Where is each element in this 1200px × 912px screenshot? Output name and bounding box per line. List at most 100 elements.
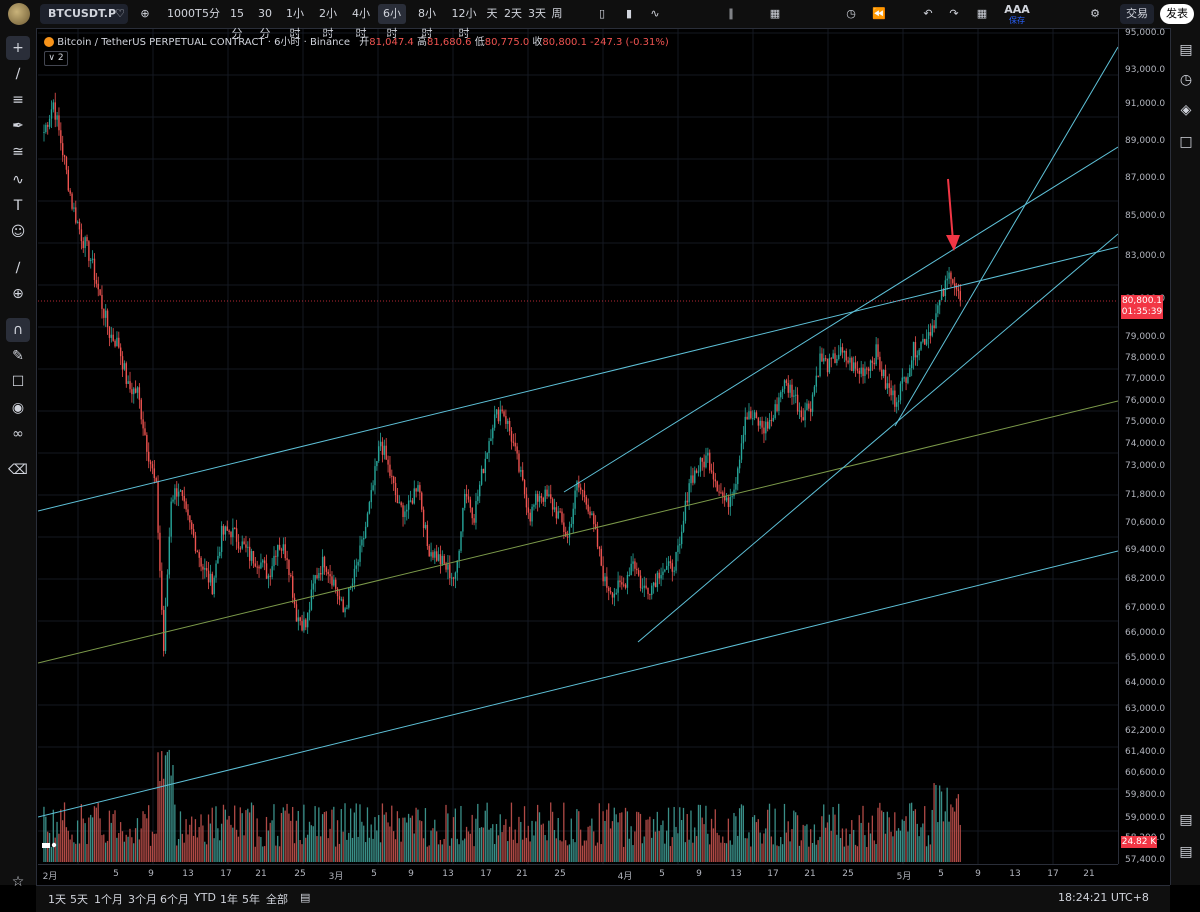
candle-body [88, 241, 90, 261]
forecast-icon[interactable]: ≅ [6, 140, 30, 164]
ideas-icon[interactable]: ▤ [1174, 808, 1198, 832]
trendline-icon[interactable]: ∕ [6, 62, 30, 86]
time-axis[interactable]: 2月 5 9 13 17 21 25 3月 5 9 13 17 21 25 4月 5 9 13 17 21 25 5月 5 9… [38, 864, 1118, 886]
candle-body [303, 619, 305, 631]
candle-body [639, 575, 642, 589]
candle-type-icon[interactable]: ▯ [590, 4, 614, 24]
interval-4[interactable]: 1小时 [282, 4, 308, 40]
candle-body [353, 568, 356, 584]
candle-body [673, 570, 675, 572]
ruler-icon[interactable]: ∕ [6, 256, 30, 280]
clock-readout[interactable]: 18:24:21 UTC+8 [1058, 891, 1149, 904]
tv-logo-dot [51, 842, 57, 848]
volume-badge: 24.82 K [1121, 836, 1157, 848]
date-range-icon[interactable]: ▤ [300, 891, 310, 904]
settings-icon[interactable]: ⚙ [1084, 4, 1106, 24]
lock-icon[interactable]: ☐ [6, 370, 30, 394]
range-6[interactable]: 1年 [220, 891, 238, 907]
interval-0[interactable]: 1000T [167, 4, 202, 24]
link-icon[interactable]: ∞ [6, 422, 30, 446]
indicators-icon[interactable]: ∥ [720, 4, 742, 24]
brush-icon[interactable]: ∿ [6, 168, 30, 192]
watchlist-icon[interactable]: ▤ [1174, 38, 1198, 62]
layout-icon[interactable]: ▦ [764, 4, 786, 24]
text-icon[interactable]: T [6, 194, 30, 218]
emoji-icon[interactable]: ☺ [6, 220, 30, 244]
chat-icon[interactable]: □ [1174, 130, 1198, 154]
candle-body [920, 341, 922, 350]
volume-bar [778, 846, 780, 862]
add-symbol-icon[interactable]: ⊕ [136, 4, 154, 24]
candle-body [535, 493, 537, 505]
volume-bar [849, 834, 851, 862]
trash-icon[interactable]: ⌫ [6, 458, 30, 482]
candle-body [808, 403, 810, 409]
candle-body [959, 291, 961, 301]
interval-5[interactable]: 2小时 [314, 4, 342, 40]
candle-body [134, 388, 137, 393]
range-0[interactable]: 1天 [48, 891, 66, 907]
close-label: 收 [532, 37, 543, 48]
interval-3[interactable]: 30分 [253, 4, 277, 40]
favorite-icon[interactable]: ♡ [112, 4, 128, 24]
magnet-icon[interactable]: ∩ [6, 318, 30, 342]
interval-6[interactable]: 4小时 [347, 4, 375, 40]
interval-11[interactable]: 2天 [503, 4, 523, 24]
alert-icon[interactable]: ◷ [840, 4, 862, 24]
trade-button[interactable]: 交易 [1120, 4, 1154, 24]
publish-button[interactable]: 发表 [1160, 4, 1194, 24]
stay-drawing-icon[interactable]: ✎ [6, 344, 30, 368]
star-icon[interactable]: ☆ [6, 870, 30, 894]
range-4[interactable]: 6个月 [160, 891, 189, 907]
volume-bar [129, 828, 131, 862]
volume-bar [750, 846, 752, 862]
fib-icon[interactable]: ≡ [6, 88, 30, 112]
candle-body [774, 404, 776, 418]
candle-body [862, 367, 864, 376]
crosshair-icon[interactable]: + [6, 36, 30, 60]
range-5[interactable]: YTD [194, 891, 216, 904]
clock-icon[interactable]: ◷ [1174, 68, 1198, 92]
pattern-icon[interactable]: ✒ [6, 114, 30, 138]
interval-10[interactable]: 天 [485, 4, 499, 24]
interval-13[interactable]: 周 [549, 4, 565, 24]
range-2[interactable]: 1个月 [94, 891, 123, 907]
volume-bar [916, 823, 918, 862]
help-icon[interactable]: ▤ [1174, 840, 1198, 864]
table-icon[interactable]: ▦ [972, 4, 992, 24]
interval-7[interactable]: 6小时 [378, 4, 406, 40]
volume-bar [469, 833, 471, 862]
range-3[interactable]: 3个月 [128, 891, 157, 907]
range-1[interactable]: 5天 [70, 891, 88, 907]
redo-icon[interactable]: ↷ [944, 4, 964, 24]
interval-8[interactable]: 8小时 [413, 4, 441, 40]
replay-icon[interactable]: ⏪ [868, 4, 890, 24]
candle-body [112, 334, 114, 341]
undo-icon[interactable]: ↶ [918, 4, 938, 24]
interval-2[interactable]: 15分 [225, 4, 249, 40]
interval-12[interactable]: 3天 [527, 4, 547, 24]
volume-bar [634, 831, 636, 862]
candle-body [727, 497, 730, 507]
price-chart[interactable] [38, 29, 1118, 864]
zoom-icon[interactable]: ⊕ [6, 282, 30, 306]
price-axis[interactable]: 95,000.0 93,000.0 91,000.0 89,000.0 87,000.0… [1118, 28, 1171, 865]
volume-bar [207, 814, 210, 862]
candle-body [826, 358, 829, 373]
candle-body [527, 507, 530, 513]
price-tick: 74,000.0 [1125, 439, 1166, 449]
candle-body [174, 488, 176, 500]
user-avatar[interactable] [8, 3, 30, 25]
eye-icon[interactable]: ◉ [6, 396, 30, 420]
line-type-icon[interactable]: ∿ [644, 4, 666, 24]
range-7[interactable]: 5年 [242, 891, 260, 907]
interval-9[interactable]: 12小时 [447, 4, 481, 40]
volume-bar [752, 817, 754, 862]
volume-bar [617, 822, 619, 862]
indicator-collapse-button[interactable]: ∨ 2 [44, 51, 68, 66]
interval-1[interactable]: 5分 [201, 4, 221, 24]
save-layout-button[interactable]: AAA 保存 [1000, 4, 1034, 25]
range-8[interactable]: 全部 [266, 891, 288, 907]
bar-type-icon[interactable]: ▮ [620, 4, 638, 24]
layers-icon[interactable]: ◈ [1174, 98, 1198, 122]
